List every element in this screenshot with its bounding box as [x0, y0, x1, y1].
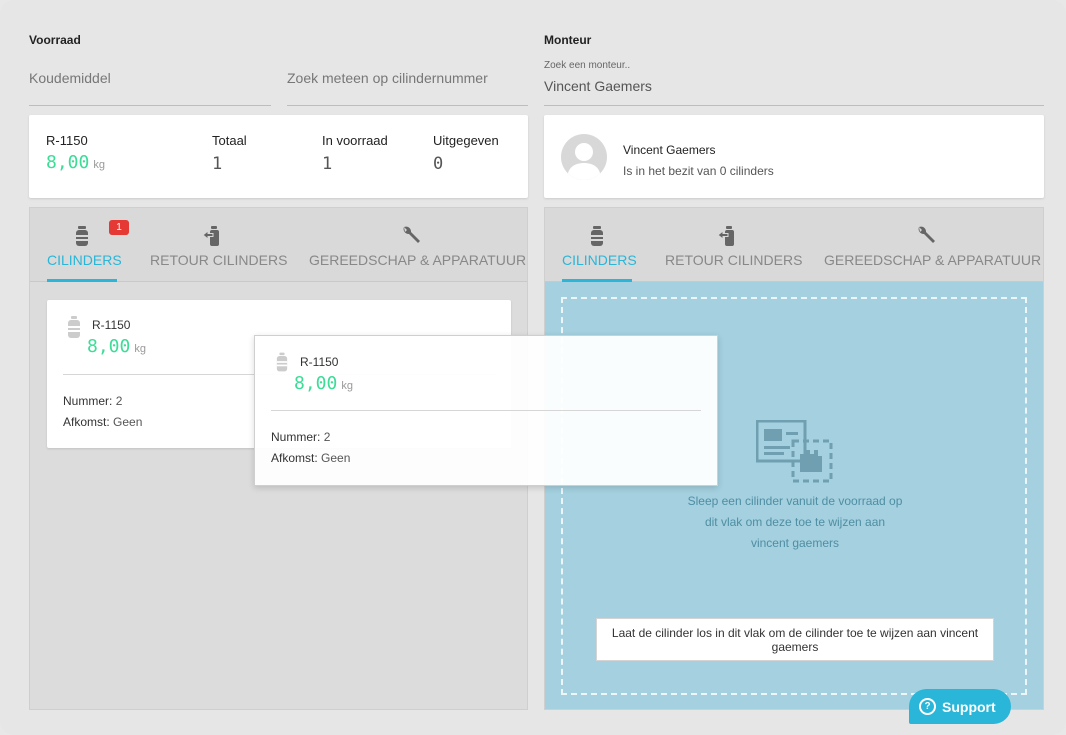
cylinder-icon: [76, 226, 88, 246]
cylinder-search-input[interactable]: Zoek meteen op cilindernummer: [287, 62, 528, 106]
weight-unit: kg: [93, 159, 105, 171]
afkomst-value: Geen: [321, 451, 351, 465]
cylinder-weight: 8,00: [87, 336, 131, 357]
cylinder-icon: [68, 316, 80, 338]
voorraad-title: Voorraad: [29, 33, 81, 47]
tab-retour-cilinders[interactable]: RETOUR CILINDERS: [150, 208, 288, 282]
dropzone-line-2: dit vlak om deze toe te wijzen aan: [704, 515, 886, 529]
monteur-search-value: Vincent Gaemers: [544, 78, 652, 94]
cylinder-search-placeholder: Zoek meteen op cilindernummer: [287, 70, 488, 86]
refrigerant-type-label: R-1150: [46, 133, 88, 148]
tab-cilinders-label: CILINDERS: [47, 252, 122, 268]
koudemiddel-placeholder: Koudemiddel: [29, 70, 111, 86]
koudemiddel-field[interactable]: Koudemiddel: [29, 62, 271, 106]
tab-cilinders[interactable]: CILINDERS: [47, 208, 122, 282]
voorraad-stat: In voorraad 1: [322, 133, 388, 174]
voorraad-label: In voorraad: [322, 133, 388, 148]
monteur-name: Vincent Gaemers: [623, 143, 716, 157]
card-divider: [271, 410, 701, 411]
uitgegeven-stat: Uitgegeven 0: [433, 133, 499, 174]
return-icon: [716, 226, 734, 246]
cylinder-afkomst: Afkomst: Geen: [63, 415, 142, 429]
monteur-title: Monteur: [544, 33, 592, 47]
tab-gereedschap[interactable]: GEREEDSCHAP & APPARATUUR: [824, 208, 1042, 282]
wrench-icon: [918, 226, 935, 243]
support-button[interactable]: ? Support: [909, 689, 1011, 724]
tab-cilinders[interactable]: CILINDERS: [562, 208, 637, 282]
tab-gereedschap[interactable]: GEREEDSCHAP & APPARATUUR: [309, 208, 527, 282]
nummer-value: 2: [323, 430, 331, 444]
monteur-tabbar: CILINDERS RETOUR CILINDERS GEREEDSCHAP &…: [545, 208, 1043, 282]
totaal-label: Totaal: [212, 133, 247, 148]
dropzone-line-1: Sleep een cilinder vanuit de voorraad op: [687, 494, 903, 508]
tab-retour-cilinders[interactable]: RETOUR CILINDERS: [665, 208, 803, 282]
uitgegeven-label: Uitgegeven: [433, 133, 499, 148]
cylinder-type: R-1150: [92, 318, 131, 332]
cylinder-icon: [591, 226, 603, 246]
help-icon: ?: [919, 698, 936, 715]
tab-gereedschap-label: GEREEDSCHAP & APPARATUUR: [309, 252, 527, 268]
totaal-value: 1: [212, 154, 223, 174]
tab-retour-label: RETOUR CILINDERS: [150, 252, 288, 268]
dropzone-instructions: Sleep een cilinder vanuit de voorraad op…: [645, 491, 945, 554]
user-icon: [567, 143, 601, 180]
monteur-search-input[interactable]: Zoek een monteur.. Vincent Gaemers: [544, 60, 1044, 106]
dragged-cylinder-weight: 8,00: [294, 373, 338, 394]
refrigerant-weight: 8,00: [46, 152, 90, 173]
dropzone-line-3: vincent gaemers: [750, 536, 840, 550]
dragged-cylinder-type: R-1150: [300, 355, 339, 369]
avatar: [561, 134, 607, 180]
return-icon: [201, 226, 219, 246]
support-label: Support: [942, 698, 996, 715]
cylinder-icon: [276, 352, 288, 372]
cylinder-weight-unit: kg: [134, 343, 146, 355]
monteur-profile-card: Vincent Gaemers Is in het bezit van 0 ci…: [544, 115, 1044, 198]
nummer-value: 2: [115, 394, 123, 408]
nummer-label: Nummer:: [271, 430, 321, 444]
monteur-search-label: Zoek een monteur..: [544, 60, 631, 71]
afkomst-label: Afkomst:: [63, 415, 110, 429]
stock-summary-card: R-1150 8,00 kg Totaal 1 In voorraad 1 Uit…: [29, 115, 528, 198]
tab-cilinders-label: CILINDERS: [562, 252, 637, 268]
uitgegeven-value: 0: [433, 154, 444, 174]
monteur-status: Is in het bezit van 0 cilinders: [623, 164, 774, 178]
drag-drop-icon: [756, 420, 833, 483]
cylinder-nummer: Nummer: 2: [63, 394, 122, 408]
dragged-cylinder-nummer: Nummer: 2: [271, 430, 330, 444]
totaal-stat: Totaal 1: [212, 133, 247, 174]
wrench-icon: [403, 226, 420, 243]
refrigerant-type: R-1150 8,00 kg: [46, 133, 105, 173]
dragged-cylinder-card[interactable]: R-1150 8,00 kg Nummer: 2 Afkomst: Geen: [254, 335, 718, 486]
tab-retour-label: RETOUR CILINDERS: [665, 252, 803, 268]
cilinders-count-badge: 1: [109, 220, 129, 235]
afkomst-value: Geen: [113, 415, 143, 429]
voorraad-tabbar: CILINDERS 1 RETOUR CILINDERS GEREEDSCHAP…: [30, 208, 527, 282]
dragged-cylinder-afkomst: Afkomst: Geen: [271, 451, 350, 465]
tab-gereedschap-label: GEREEDSCHAP & APPARATUUR: [824, 252, 1042, 268]
nummer-label: Nummer:: [63, 394, 113, 408]
dragged-weight-unit: kg: [341, 380, 353, 392]
voorraad-value: 1: [322, 154, 333, 174]
page: Voorraad Koudemiddel Zoek meteen op cili…: [0, 0, 1066, 735]
afkomst-label: Afkomst:: [271, 451, 318, 465]
drop-hint-box: Laat de cilinder los in dit vlak om de c…: [596, 618, 994, 661]
